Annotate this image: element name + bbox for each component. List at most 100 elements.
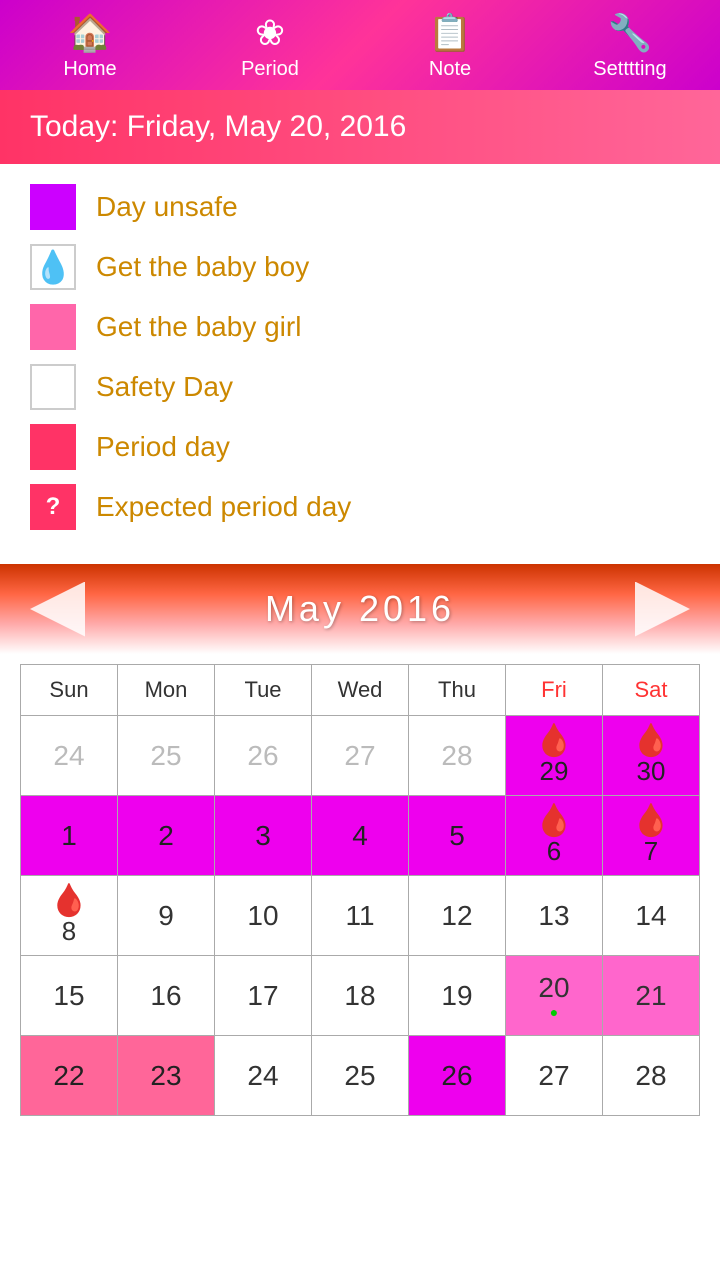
col-tue: Tue [215,665,312,716]
legend-swatch-5: ? [30,484,76,530]
calendar-day-0-2[interactable]: 26 [215,716,312,796]
day-num: 11 [345,900,374,932]
today-text: Today: Friday, May 20, 2016 [30,110,406,143]
day-num: 15 [53,980,84,1012]
day-num: 10 [247,900,278,932]
calendar-day-0-3[interactable]: 27 [312,716,409,796]
calendar-day-4-2[interactable]: 24 [215,1036,312,1116]
day-num: 26 [441,1060,472,1092]
calendar-day-2-4[interactable]: 12 [409,876,506,956]
calendar-day-3-6[interactable]: 21 [603,956,700,1036]
col-wed: Wed [312,665,409,716]
calendar-day-4-6[interactable]: 28 [603,1036,700,1116]
calendar-table: Sun Mon Tue Wed Thu Fri Sat 2425262728🩸2… [20,664,700,1116]
day-num: 19 [441,980,472,1012]
day-num: 30 [637,756,666,787]
day-num: 22 [53,1060,84,1092]
calendar-day-4-1[interactable]: 23 [118,1036,215,1116]
calendar-day-2-3[interactable]: 11 [312,876,409,956]
day-num: 23 [150,1060,181,1092]
calendar-week-0: 2425262728🩸29🩸30 [21,716,700,796]
legend-item-5: ? Expected period day [30,484,690,530]
day-num: 25 [344,1060,375,1092]
day-num: 24 [247,1060,278,1092]
legend-item-1: 💧 Get the baby boy [30,244,690,290]
day-num: 28 [441,740,472,772]
calendar-day-2-2[interactable]: 10 [215,876,312,956]
day-num: 27 [538,1060,569,1092]
day-num: 27 [344,740,375,772]
calendar-container: Sun Mon Tue Wed Thu Fri Sat 2425262728🩸2… [0,654,720,1136]
legend-label-5: Expected period day [96,491,351,523]
calendar-day-2-5[interactable]: 13 [506,876,603,956]
calendar-day-3-2[interactable]: 17 [215,956,312,1036]
calendar-day-1-0[interactable]: 1 [21,796,118,876]
calendar-day-3-3[interactable]: 18 [312,956,409,1036]
legend-swatch-1: 💧 [30,244,76,290]
col-fri: Fri [506,665,603,716]
nav-icon-home: 🏠 [68,12,113,54]
legend-item-3: Safety Day [30,364,690,410]
today-banner: Today: Friday, May 20, 2016 [0,90,720,164]
blood-drop: 🩸 [49,884,89,916]
legend-label-1: Get the baby boy [96,251,309,283]
calendar-day-1-5[interactable]: 🩸6 [506,796,603,876]
calendar-week-3: 15 16 17 18 19 20● 21 [21,956,700,1036]
calendar-day-3-0[interactable]: 15 [21,956,118,1036]
calendar-day-1-2[interactable]: 3 [215,796,312,876]
day-num: 6 [547,836,561,867]
calendar-day-4-5[interactable]: 27 [506,1036,603,1116]
calendar-day-0-0[interactable]: 24 [21,716,118,796]
nav-item-note[interactable]: 📋 Note [390,12,510,81]
calendar-day-1-4[interactable]: 5 [409,796,506,876]
blood-drop: 🩸 [534,804,574,836]
nav-item-home[interactable]: 🏠 Home [30,12,150,81]
calendar-day-3-1[interactable]: 16 [118,956,215,1036]
calendar-day-3-5[interactable]: 20● [506,956,603,1036]
day-num: 17 [247,980,278,1012]
nav-icon-setttting: 🔧 [608,12,653,54]
calendar-title: May 2016 [265,588,455,630]
col-thu: Thu [409,665,506,716]
nav-item-period[interactable]: ❀ Period [210,12,330,81]
blood-drop: 🩸 [631,804,671,836]
legend-swatch-0 [30,184,76,230]
nav-label-setttting: Setttting [593,58,666,81]
legend: Day unsafe 💧 Get the baby boy Get the ba… [0,164,720,564]
calendar-day-2-1[interactable]: 9 [118,876,215,956]
calendar-day-0-4[interactable]: 28 [409,716,506,796]
day-num: 20 [538,972,569,1004]
day-num: 5 [449,820,465,852]
calendar-day-4-4[interactable]: 26 [409,1036,506,1116]
col-sat: Sat [603,665,700,716]
calendar-day-4-3[interactable]: 25 [312,1036,409,1116]
day-num: 8 [62,916,76,947]
calendar-day-3-4[interactable]: 19 [409,956,506,1036]
nav-icon-note: 📋 [428,12,473,54]
calendar-day-0-6[interactable]: 🩸30 [603,716,700,796]
calendar-day-1-6[interactable]: 🩸7 [603,796,700,876]
calendar-day-0-1[interactable]: 25 [118,716,215,796]
nav-item-setttting[interactable]: 🔧 Setttting [570,12,690,81]
day-num: 18 [344,980,375,1012]
legend-item-0: Day unsafe [30,184,690,230]
calendar-day-2-0[interactable]: 🩸8 [21,876,118,956]
calendar-day-2-6[interactable]: 14 [603,876,700,956]
calendar-day-1-1[interactable]: 2 [118,796,215,876]
calendar-day-4-0[interactable]: 22 [21,1036,118,1116]
day-num: 13 [538,900,569,932]
prev-month-button[interactable] [30,582,85,637]
nav-label-period: Period [241,58,299,81]
day-num: 9 [158,900,174,932]
calendar-day-0-5[interactable]: 🩸29 [506,716,603,796]
day-num: 4 [352,820,368,852]
calendar-day-1-3[interactable]: 4 [312,796,409,876]
day-num: 21 [635,980,666,1012]
legend-swatch-3 [30,364,76,410]
legend-label-0: Day unsafe [96,191,238,223]
blood-drop: 🩸 [631,724,671,756]
day-num: 7 [644,836,658,867]
day-num: 2 [158,820,174,852]
legend-item-4: Period day [30,424,690,470]
next-month-button[interactable] [635,582,690,637]
